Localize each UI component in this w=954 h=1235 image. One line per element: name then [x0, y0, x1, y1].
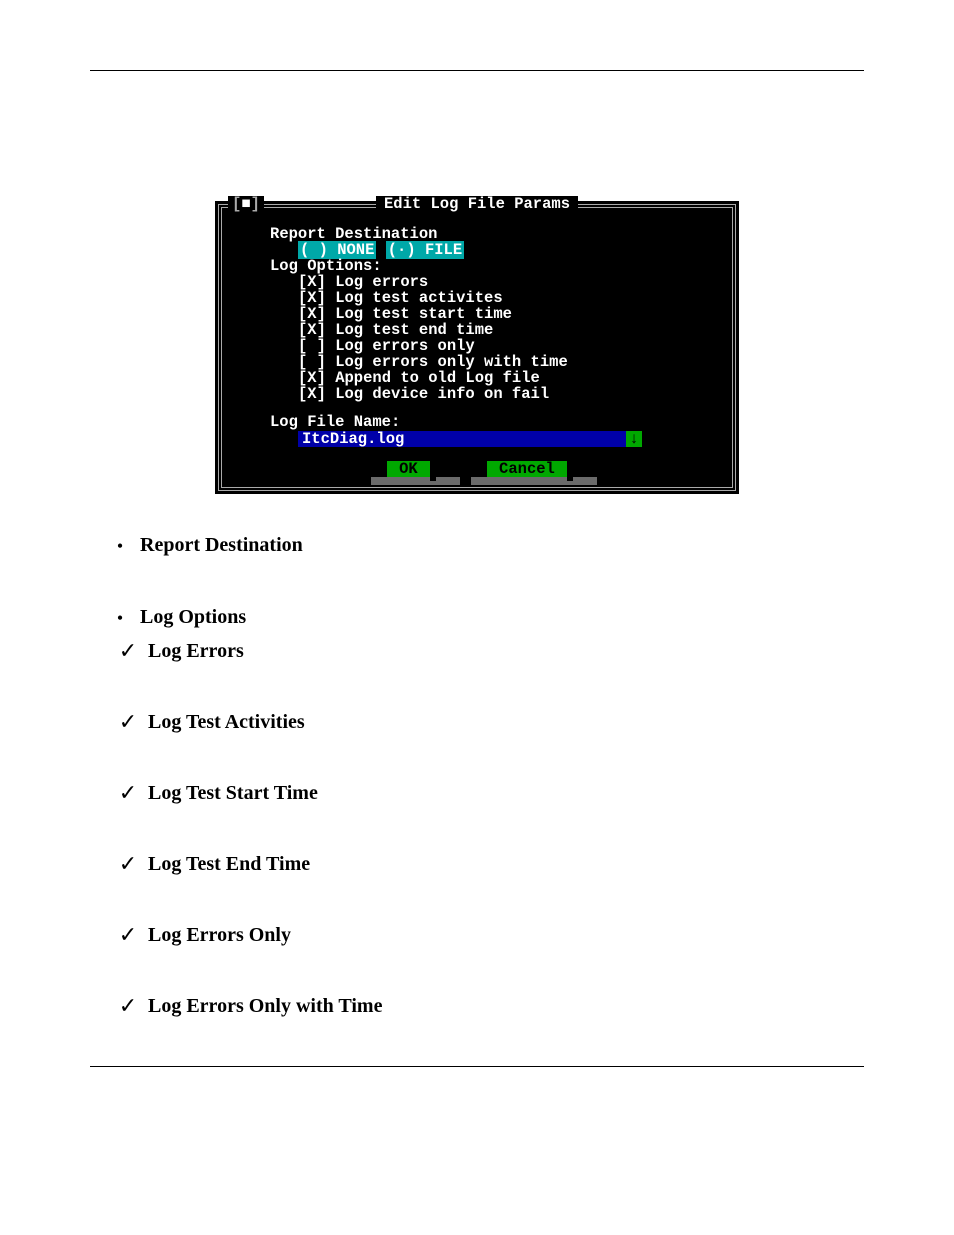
check-icon: ✓	[108, 782, 148, 804]
list-item: ✓ Log Errors	[108, 640, 864, 663]
radio-file[interactable]: (∙) FILE	[386, 241, 464, 259]
item-label: Log Options	[140, 606, 246, 629]
label-log-options: Log Options:	[270, 258, 724, 274]
check-log-device-info[interactable]: [X] Log device info on fail	[298, 386, 724, 402]
footer-rule	[90, 1066, 864, 1067]
bullet-icon: •	[100, 534, 140, 558]
ok-button[interactable]: OK	[387, 461, 430, 477]
chevron-down-icon[interactable]: ↓	[626, 431, 642, 447]
check-log-test-end-time[interactable]: [X] Log test end time	[298, 322, 724, 338]
item-label: Log Test Start Time	[148, 782, 318, 805]
item-label: Log Test Activities	[148, 711, 305, 734]
check-icon: ✓	[108, 711, 148, 733]
check-icon: ✓	[108, 995, 148, 1017]
list-item: • Log Options	[100, 606, 864, 630]
check-icon: ✓	[108, 853, 148, 875]
check-log-test-start-time[interactable]: [X] Log test start time	[298, 306, 724, 322]
check-log-errors-only[interactable]: [ ] Log errors only	[298, 338, 724, 354]
item-label: Log Errors Only	[148, 924, 291, 947]
check-append-old-log[interactable]: [X] Append to old Log file	[298, 370, 724, 386]
item-label: Report Destination	[140, 534, 303, 557]
list-item: ✓ Log Errors Only	[108, 924, 864, 947]
list-item: ✓ Log Errors Only with Time	[108, 995, 864, 1018]
check-log-errors[interactable]: [X] Log errors	[298, 274, 724, 290]
doc-options-list: • Report Destination • Log Options ✓ Log…	[100, 534, 864, 1018]
list-item: • Report Destination	[100, 534, 864, 558]
item-label: Log Errors	[148, 640, 244, 663]
label-log-file-name: Log File Name:	[270, 414, 724, 430]
check-icon: ✓	[108, 924, 148, 946]
cancel-button[interactable]: Cancel	[487, 461, 567, 477]
header-rule	[90, 70, 864, 71]
item-label: Log Errors Only with Time	[148, 995, 382, 1018]
list-item: ✓ Log Test Activities	[108, 711, 864, 734]
check-log-errors-only-time[interactable]: [ ] Log errors only with time	[298, 354, 724, 370]
bullet-icon: •	[100, 606, 140, 630]
check-log-test-activities[interactable]: [X] Log test activites	[298, 290, 724, 306]
dialog-title: Edit Log File Params	[376, 196, 578, 212]
close-icon[interactable]: [■]	[228, 196, 264, 212]
check-icon: ✓	[108, 640, 148, 662]
label-report-destination: Report Destination	[270, 226, 724, 242]
list-item: ✓ Log Test End Time	[108, 853, 864, 876]
dialog-edit-log-file-params: [■] Edit Log File Params Report Destinat…	[215, 201, 739, 494]
log-file-name-input[interactable]: ItcDiag.log	[298, 431, 626, 447]
list-item: ✓ Log Test Start Time	[108, 782, 864, 805]
item-label: Log Test End Time	[148, 853, 310, 876]
